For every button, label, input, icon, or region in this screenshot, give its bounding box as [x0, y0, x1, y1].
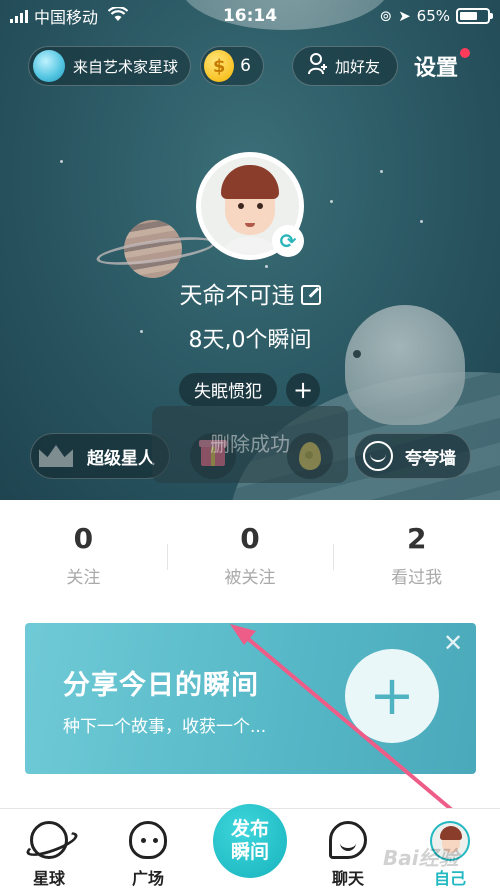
notification-dot: [460, 48, 470, 58]
refresh-avatar-icon[interactable]: ⟳: [272, 225, 304, 257]
tab-me-label: 自己: [433, 869, 466, 888]
praise-wall-label: 夸夸墙: [405, 448, 456, 469]
following-count: 0: [73, 522, 94, 555]
globe-icon: [33, 50, 65, 82]
signal-icon: [10, 9, 28, 23]
star: [380, 170, 383, 173]
tab-planet-label: 星球: [32, 869, 65, 888]
status-bar: 中国移动 16:14 ⊚ ➤ 65%: [0, 0, 500, 32]
smile-icon: [363, 441, 393, 471]
coin-icon: $: [204, 50, 235, 82]
star: [60, 160, 63, 163]
visitors-count: 2: [406, 522, 427, 555]
publish-label-line2: 瞬间: [230, 841, 269, 863]
coin-balance-pill[interactable]: $ 6: [200, 46, 264, 86]
visitors-stat[interactable]: 2 看过我: [333, 522, 500, 592]
add-friend-label: 加好友: [335, 57, 381, 76]
days-moments-summary: 8天,0个瞬间: [188, 328, 312, 353]
crown-icon: [39, 445, 73, 467]
settings-button[interactable]: 设置: [414, 50, 458, 82]
wifi-icon: [107, 5, 129, 26]
username: 天命不可违: [179, 283, 295, 309]
share-moment-banner[interactable]: 分享今日的瞬间 种下一个故事，收获一个... + ✕: [25, 623, 476, 774]
create-moment-button[interactable]: +: [345, 649, 439, 743]
planet-icon: [30, 821, 68, 859]
publish-moment-button[interactable]: 发布 瞬间: [213, 804, 287, 878]
star: [330, 200, 333, 203]
battery-percent: 65%: [416, 7, 450, 25]
star: [420, 220, 423, 223]
tab-plaza-label: 广场: [131, 869, 164, 888]
share-subtitle: 种下一个故事，收获一个...: [63, 717, 267, 737]
add-friend-button[interactable]: 加好友: [292, 46, 398, 86]
publish-label-line1: 发布: [230, 818, 269, 841]
edit-icon[interactable]: [300, 285, 321, 305]
origin-planet-label: 来自艺术家星球: [73, 57, 179, 76]
coin-count: 6: [240, 56, 251, 76]
watermark: Bai经验: [383, 846, 459, 870]
personality-tag[interactable]: 失眠惯犯: [179, 373, 277, 406]
visitors-label: 看过我: [391, 568, 443, 588]
followers-count: 0: [240, 522, 260, 555]
chat-bubble-icon: [329, 821, 367, 859]
tab-chat[interactable]: 聊天: [308, 821, 388, 888]
following-label: 关注: [66, 568, 101, 588]
location-arrow-icon: ➤: [398, 7, 411, 25]
battery-icon: [456, 8, 493, 24]
carrier-name: 中国移动: [34, 8, 99, 27]
origin-planet-pill[interactable]: 来自艺术家星球: [28, 46, 191, 86]
ringed-planet-decoration: [95, 218, 217, 282]
superstar-button[interactable]: 超级星人: [30, 433, 170, 479]
close-icon[interactable]: ✕: [443, 629, 463, 657]
orientation-lock-icon: ⊚: [379, 7, 393, 25]
following-stat[interactable]: 0 关注: [0, 522, 167, 592]
followers-stat[interactable]: 0 被关注: [166, 522, 334, 592]
superstar-label: 超级星人: [87, 448, 155, 469]
star: [265, 265, 268, 268]
toast-message: 删除成功: [152, 406, 348, 483]
plaza-icon: [129, 821, 167, 859]
add-tag-button[interactable]: +: [286, 373, 320, 407]
followers-label: 被关注: [224, 568, 276, 588]
add-user-icon: [307, 52, 329, 81]
share-title: 分享今日的瞬间: [63, 670, 259, 701]
username-row[interactable]: 天命不可违: [0, 276, 500, 310]
tab-planet[interactable]: 星球: [9, 821, 89, 888]
praise-wall-button[interactable]: 夸夸墙: [354, 433, 471, 479]
tab-chat-label: 聊天: [331, 869, 364, 888]
tab-plaza[interactable]: 广场: [108, 821, 188, 888]
follow-stats: 0 关注 0 被关注 2 看过我: [0, 522, 500, 592]
